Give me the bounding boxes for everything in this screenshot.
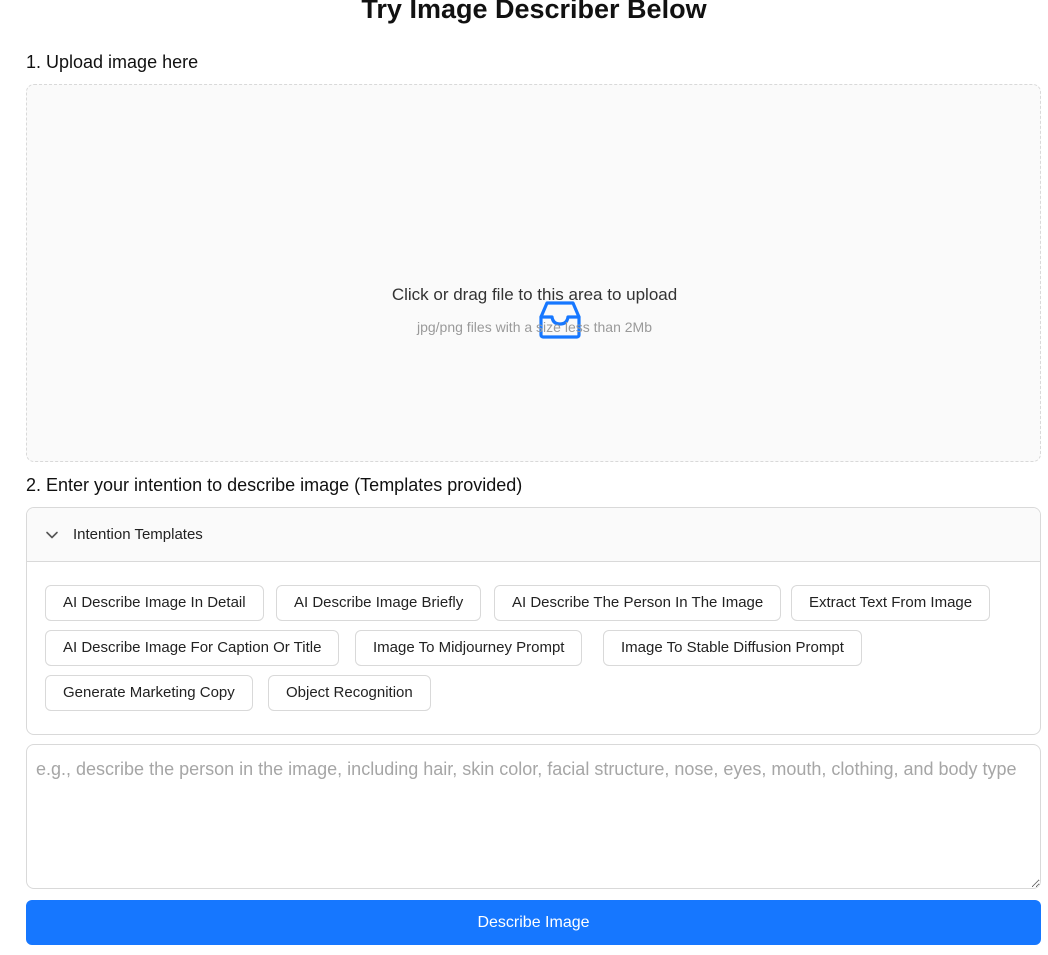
upload-instruction: Click or drag file to this area to uploa…	[391, 285, 678, 304]
describe-image-button[interactable]: Describe Image	[26, 900, 1041, 945]
template-button-extract-text[interactable]: Extract Text From Image	[791, 585, 991, 621]
template-button-object-recognition[interactable]: Object Recognition	[268, 675, 431, 711]
template-button-describe-in-detail[interactable]: AI Describe Image In Detail	[45, 585, 264, 621]
intention-templates-title: Intention Templates	[73, 526, 203, 543]
intention-templates-header[interactable]: Intention Templates	[27, 508, 1040, 562]
template-button-caption-or-title[interactable]: AI Describe Image For Caption Or Title	[45, 630, 340, 666]
intention-step-label: 2. Enter your intention to describe imag…	[26, 475, 523, 495]
upload-file-hint: jpg/png files with a size less than 2Mb	[416, 319, 652, 335]
chevron-down-icon	[46, 531, 58, 539]
template-button-marketing-copy[interactable]: Generate Marketing Copy	[45, 675, 253, 711]
template-button-stable-diffusion-prompt[interactable]: Image To Stable Diffusion Prompt	[603, 630, 862, 666]
intention-templates-panel: Intention Templates AI Describe Image In…	[26, 507, 1041, 735]
template-button-midjourney-prompt[interactable]: Image To Midjourney Prompt	[355, 630, 583, 666]
intention-input[interactable]	[26, 744, 1041, 889]
template-button-describe-person[interactable]: AI Describe The Person In The Image	[494, 585, 782, 621]
upload-dropzone[interactable]: Click or drag file to this area to uploa…	[26, 84, 1041, 462]
template-button-describe-briefly[interactable]: AI Describe Image Briefly	[276, 585, 482, 621]
upload-step-label: 1. Upload image here	[26, 52, 199, 72]
page-title: Try Image Describer Below	[361, 0, 707, 24]
